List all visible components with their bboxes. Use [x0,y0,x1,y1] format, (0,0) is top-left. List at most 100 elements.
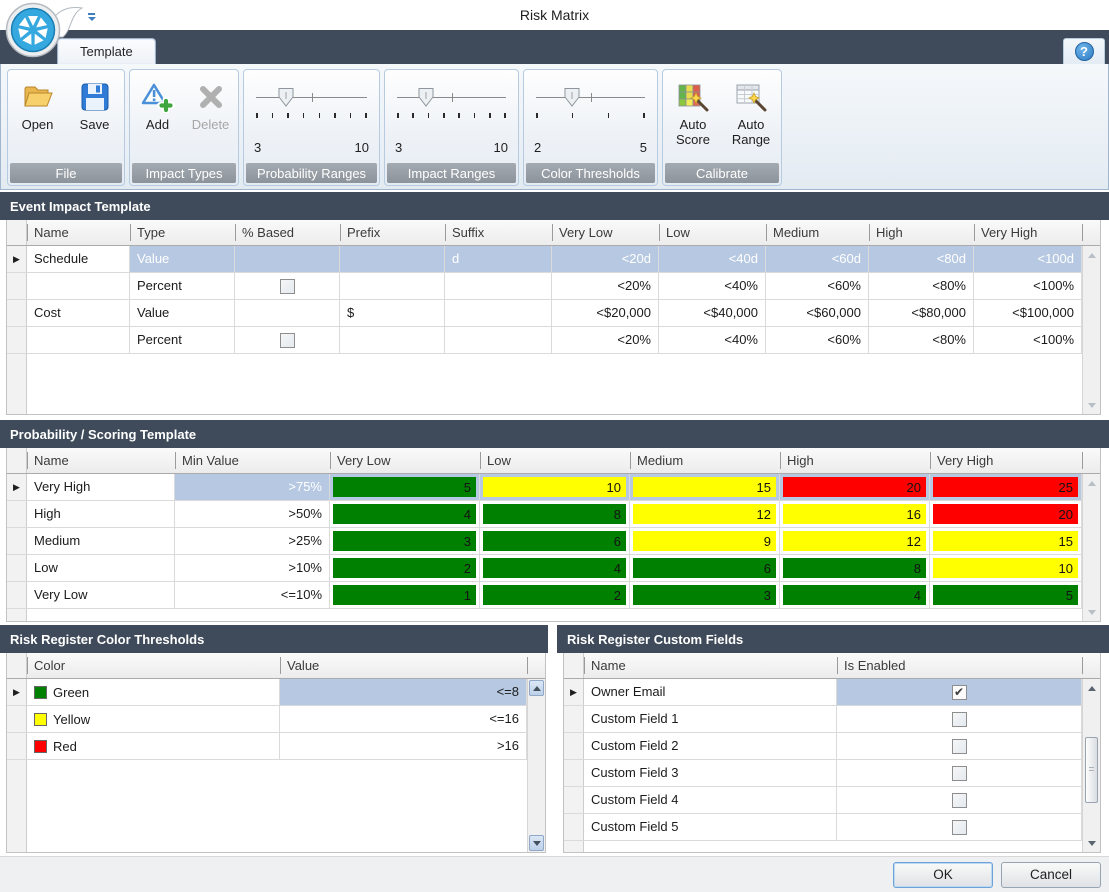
grid-cell[interactable]: <40d [659,246,766,272]
grid-cell[interactable]: 10 [930,555,1082,581]
grid-cell[interactable]: >75% [175,474,330,500]
column-header-low[interactable]: Low [480,448,630,473]
grid-cell[interactable]: <60% [766,327,869,353]
grid-cell[interactable]: <$20,000 [552,300,659,326]
grid-cell[interactable]: 10 [480,474,630,500]
grid-cell[interactable]: Custom Field 5 [584,814,837,840]
grid-cell[interactable]: <=10% [175,582,330,608]
column-header-medium[interactable]: Medium [630,448,780,473]
table-row[interactable]: Red>16 [7,733,527,760]
column-header-value[interactable]: Value [280,653,527,678]
grid-cell[interactable]: Value [130,300,235,326]
grid-cell[interactable]: 15 [930,528,1082,554]
grid-cell[interactable]: 16 [780,501,930,527]
vertical-scrollbar[interactable] [527,679,545,852]
grid-cell[interactable] [445,273,552,299]
grid-cell[interactable]: 25 [930,474,1082,500]
grid-cell[interactable]: >50% [175,501,330,527]
table-row[interactable]: Custom Field 2 [564,733,1082,760]
grid-cell[interactable]: Value [130,246,235,272]
grid-cell[interactable]: ✔ [837,679,1082,705]
table-row[interactable]: Low>10%246810 [7,555,1082,582]
column-header-is-enabled[interactable]: Is Enabled [837,653,1082,678]
grid-cell[interactable]: 2 [330,555,480,581]
grid-cell[interactable]: <$100,000 [974,300,1082,326]
vertical-scrollbar[interactable] [1082,474,1100,621]
grid-cell[interactable]: Owner Email [584,679,837,705]
column-header-very-high[interactable]: Very High [930,448,1082,473]
grid-cell[interactable]: 12 [630,501,780,527]
cancel-button[interactable]: Cancel [1001,862,1101,888]
grid-cell[interactable]: 20 [930,501,1082,527]
checkbox[interactable] [952,712,967,727]
grid-cell[interactable] [837,787,1082,813]
grid-cell[interactable]: 15 [630,474,780,500]
column-header-high[interactable]: High [869,220,974,245]
table-row[interactable]: ▶Owner Email✔ [564,679,1082,706]
grid-cell[interactable]: 3 [330,528,480,554]
column-header-min-value[interactable]: Min Value [175,448,330,473]
table-row[interactable]: Yellow<=16 [7,706,527,733]
grid-cell[interactable]: Cost [27,300,130,326]
column-header-medium[interactable]: Medium [766,220,869,245]
checkbox[interactable] [952,766,967,781]
column-header-very-high[interactable]: Very High [974,220,1082,245]
quick-access-toolbar-dropdown[interactable] [87,13,96,21]
grid-cell[interactable]: <100% [974,327,1082,353]
table-row[interactable]: ▶ScheduleValued<20d<40d<60d<80d<100d [7,246,1082,273]
grid-cell[interactable]: <20% [552,273,659,299]
grid-cell[interactable]: 5 [930,582,1082,608]
grid-cell[interactable] [445,327,552,353]
table-row[interactable]: CostValue$<$20,000<$40,000<$60,000<$80,0… [7,300,1082,327]
grid-cell[interactable] [27,273,130,299]
scroll-up-button[interactable] [1083,681,1100,695]
grid-cell[interactable]: 2 [480,582,630,608]
grid-cell[interactable]: 20 [780,474,930,500]
grid-cell[interactable]: Yellow [27,706,280,732]
grid-cell[interactable]: 3 [630,582,780,608]
table-row[interactable]: ▶Very High>75%510152025 [7,474,1082,501]
grid-cell[interactable]: <20d [552,246,659,272]
grid-cell[interactable]: Custom Field 2 [584,733,837,759]
grid-cell[interactable]: 4 [780,582,930,608]
grid-cell[interactable]: <80d [869,246,974,272]
vertical-scrollbar[interactable] [1082,246,1100,414]
checkbox[interactable]: ✔ [952,685,967,700]
column-header-suffix[interactable]: Suffix [445,220,552,245]
grid-cell[interactable] [235,273,340,299]
grid-cell[interactable] [340,273,445,299]
grid-cell[interactable] [235,300,340,326]
grid-cell[interactable]: Medium [27,528,175,554]
grid-cell[interactable]: Custom Field 3 [584,760,837,786]
probability-ranges-slider[interactable] [256,97,367,98]
slider-thumb[interactable] [564,88,579,107]
scroll-down-button[interactable] [1083,398,1100,412]
grid-cell[interactable]: 5 [330,474,480,500]
delete-impact-type-button[interactable]: Delete [187,76,234,132]
column-header-based[interactable]: % Based [235,220,340,245]
auto-range-button[interactable]: Auto Range [725,76,777,147]
vertical-scrollbar[interactable] [1082,679,1100,852]
table-row[interactable]: Medium>25%3691215 [7,528,1082,555]
grid-cell[interactable] [837,706,1082,732]
grid-cell[interactable] [837,733,1082,759]
grid-cell[interactable]: Very High [27,474,175,500]
table-row[interactable]: High>50%48121620 [7,501,1082,528]
grid-cell[interactable] [340,246,445,272]
scroll-up-button[interactable] [529,680,544,696]
grid-cell[interactable]: High [27,501,175,527]
grid-cell[interactable]: <100% [974,273,1082,299]
impact-ranges-slider[interactable] [397,97,506,98]
auto-score-button[interactable]: Auto Score [667,76,719,147]
slider-thumb[interactable] [419,88,434,107]
grid-cell[interactable]: d [445,246,552,272]
grid-cell[interactable]: >10% [175,555,330,581]
column-header-prefix[interactable]: Prefix [340,220,445,245]
grid-cell[interactable]: Very Low [27,582,175,608]
grid-cell[interactable]: <=16 [280,706,527,732]
grid-cell[interactable]: Custom Field 1 [584,706,837,732]
column-header-type[interactable]: Type [130,220,235,245]
grid-cell[interactable]: 8 [780,555,930,581]
grid-cell[interactable] [340,327,445,353]
checkbox[interactable] [952,793,967,808]
